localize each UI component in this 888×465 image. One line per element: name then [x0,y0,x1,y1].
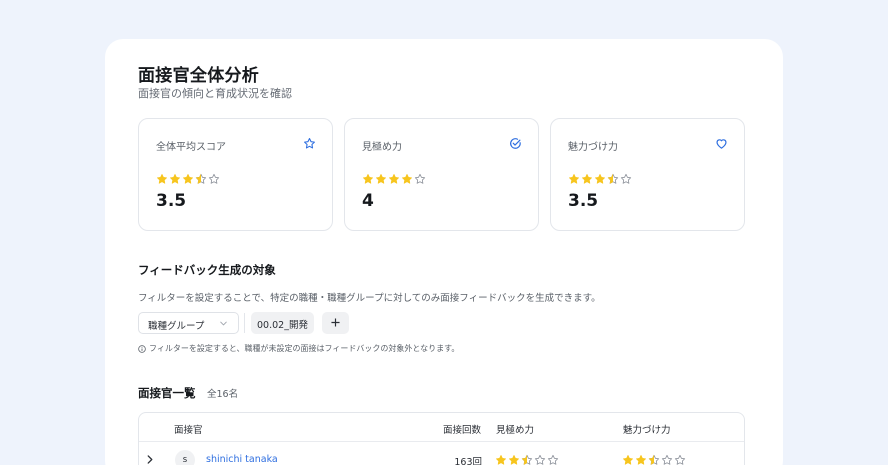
page-title: 面接官全体分析 [138,66,260,86]
page-subtitle: 面接官の傾向と育成状況を確認 [138,87,292,100]
star-rating [156,173,220,185]
filter-note-text: フィルターを設定すると、職種が未設定の面接はフィードバックの対象外となります。 [149,344,460,353]
interviewer-name-link[interactable]: shinichi tanaka [206,454,278,465]
filter-divider [244,313,245,333]
score-card-attraction: 魅力づけ力 3.5 [550,118,745,231]
check-circle-icon [510,138,521,149]
star-full-icon [509,455,519,465]
interview-count: 163回 [454,457,482,465]
heart-outline-icon [716,139,727,149]
filter-tag[interactable]: 00.02_開発 [251,312,314,334]
info-icon [138,344,146,353]
star-full-icon [402,174,412,184]
card-label: 見極め力 [362,142,402,153]
select-value: 職種グループ [148,321,205,332]
column-header-interviews[interactable]: 面接回数 [443,422,481,436]
interviewer-list-title: 面接官一覧 [138,386,196,400]
table-row[interactable]: s shinichi tanaka 163回 [139,443,744,465]
table-header: 面接官 面接回数 見極め力 魅力づけ力 [139,413,744,442]
interviewer-count: 全16名 [207,389,239,400]
card-value: 3.5 [156,191,187,211]
plus-icon [331,318,340,327]
star-half-icon [607,173,619,184]
star-outline-icon [304,137,315,149]
job-group-select[interactable]: 職種グループ [138,312,239,334]
chevron-down-icon [220,321,227,326]
main-panel [105,39,783,465]
star-full-icon [157,174,167,184]
star-full-icon [595,174,605,184]
attraction-star-rating [622,454,686,465]
star-half-icon [648,454,660,465]
card-value: 3.5 [568,191,599,211]
star-full-icon [569,174,579,184]
column-header-attraction[interactable]: 魅力づけ力 [623,422,671,436]
card-value: 4 [362,191,374,211]
star-empty-icon [674,454,686,465]
star-empty-icon [620,173,632,184]
star-full-icon [376,174,386,184]
star-rating [362,173,426,185]
column-header-interviewer[interactable]: 面接官 [174,422,203,436]
card-label: 全体平均スコア [156,142,226,153]
star-full-icon [170,174,180,184]
star-full-icon [389,174,399,184]
card-label: 魅力づけ力 [568,142,618,153]
star-full-icon [183,174,193,184]
star-empty-icon [547,454,559,465]
column-header-assessment[interactable]: 見極め力 [496,422,534,436]
add-filter-button[interactable] [322,312,349,334]
feedback-section-title: フィードバック生成の対象 [138,263,276,277]
star-rating [568,173,632,185]
score-card-overall: 全体平均スコア 3.5 [138,118,333,231]
assessment-star-rating [495,454,559,465]
star-full-icon [496,455,506,465]
star-empty-icon [661,454,673,465]
avatar: s [175,450,195,465]
filter-note: フィルターを設定すると、職種が未設定の面接はフィードバックの対象外となります。 [138,343,459,354]
star-empty-icon [414,173,426,184]
star-full-icon [636,455,646,465]
star-empty-icon [208,173,220,184]
star-full-icon [623,455,633,465]
star-full-icon [582,174,592,184]
star-full-icon [363,174,373,184]
chevron-right-icon[interactable] [147,455,153,464]
star-half-icon [521,454,533,465]
interviewer-table: 面接官 面接回数 見極め力 魅力づけ力 s shinichi tanaka 16… [138,412,745,465]
star-empty-icon [534,454,546,465]
feedback-section-description: フィルターを設定することで、特定の職種・職種グループに対してのみ面接フィードバッ… [138,293,601,304]
score-card-assessment: 見極め力 4 [344,118,539,231]
star-half-icon [195,173,207,184]
